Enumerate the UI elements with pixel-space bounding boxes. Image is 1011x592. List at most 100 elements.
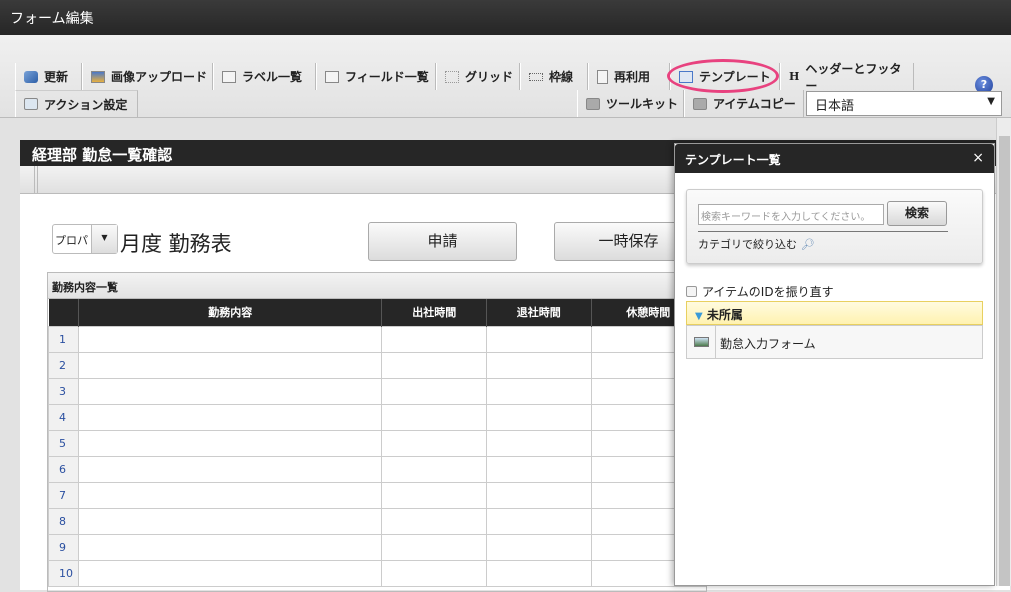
window-title-bar: フォーム編集 — [0, 0, 1011, 35]
template-panel: テンプレート一覧 × 検索キーワードを入力してください。 検索 カテゴリで絞り込… — [674, 143, 995, 586]
table-row: 7 — [48, 481, 706, 509]
work-table: 勤務内容一覧 勤務内容 出社時間 退社時間 休憩時間 1 2 3 4 5 6 7 8 9 10 — [47, 272, 707, 592]
table-cell[interactable] — [77, 377, 383, 405]
thumbnail-icon — [687, 326, 716, 358]
table-cell[interactable] — [77, 481, 383, 509]
tab-grid[interactable]: グリッド — [436, 63, 520, 90]
row-number-header — [48, 299, 79, 326]
table-cell[interactable] — [77, 533, 383, 561]
close-icon[interactable]: × — [972, 150, 984, 166]
table-cell[interactable] — [381, 481, 487, 509]
panel-header: テンプレート一覧 — [675, 144, 994, 173]
tab-border[interactable]: 枠線 — [520, 63, 588, 90]
grid-icon — [445, 70, 459, 83]
table-cell[interactable] — [485, 377, 592, 405]
table-cell[interactable] — [485, 533, 592, 561]
tab-label: ツールキット — [606, 97, 679, 111]
tab-label: 枠線 — [549, 70, 574, 84]
table-cell[interactable] — [381, 429, 487, 457]
image-upload-icon — [91, 70, 105, 83]
row-number: 10 — [48, 559, 79, 587]
triangle-down-icon: ▼ — [695, 311, 703, 322]
window-title: フォーム編集 — [10, 11, 94, 27]
row-number: 8 — [48, 507, 79, 535]
tab-toolkit[interactable]: ツールキット — [577, 90, 684, 117]
table-caption: 勤務内容一覧 — [48, 273, 706, 299]
work-grid: 勤務内容 出社時間 退社時間 休憩時間 1 2 3 4 5 6 7 8 9 10 — [48, 299, 706, 587]
column-header: 出社時間 — [381, 299, 487, 326]
table-cell[interactable] — [485, 351, 592, 379]
table-row: 9 — [48, 533, 706, 561]
tab-header-footer[interactable]: H ヘッダーとフッター — [780, 62, 914, 93]
row-number: 2 — [48, 351, 79, 379]
category-filter[interactable]: カテゴリで絞り込む 🔎︎ — [698, 236, 814, 252]
tab-refresh[interactable]: 更新 — [15, 63, 82, 90]
tab-label: ラベル一覧 — [242, 70, 303, 84]
copy-icon — [597, 69, 608, 84]
table-cell[interactable] — [77, 429, 383, 457]
table-row: 3 — [48, 377, 706, 405]
tab-item-copy[interactable]: アイテムコピー — [684, 90, 804, 117]
table-row: 6 — [48, 455, 706, 483]
language-value: 日本語 — [815, 99, 855, 114]
table-cell[interactable] — [485, 481, 592, 509]
table-cell[interactable] — [77, 351, 383, 379]
table-cell[interactable] — [485, 429, 592, 457]
table-cell[interactable] — [381, 351, 487, 379]
table-row: 1 — [48, 325, 706, 353]
table-cell[interactable] — [77, 455, 383, 483]
search-input[interactable]: 検索キーワードを入力してください。 — [698, 204, 884, 225]
category-group[interactable]: ▼ 未所属 — [686, 301, 983, 325]
list-icon — [325, 70, 339, 83]
table-cell[interactable] — [77, 559, 383, 587]
search-icon: 🔎︎ — [800, 238, 815, 251]
tab-field-list[interactable]: フィールド一覧 — [316, 63, 436, 90]
table-cell[interactable] — [381, 325, 487, 353]
chevron-down-icon: ▼ — [987, 96, 995, 107]
row-number: 3 — [48, 377, 79, 405]
table-cell[interactable] — [77, 507, 383, 535]
tab-label: アイテムコピー — [713, 97, 796, 111]
toolbox-icon — [586, 97, 600, 110]
table-cell[interactable] — [381, 455, 487, 483]
table-cell[interactable] — [485, 325, 592, 353]
category-filter-label: カテゴリで絞り込む — [698, 238, 797, 251]
table-cell[interactable] — [485, 403, 592, 431]
table-cell[interactable] — [381, 403, 487, 431]
table-cell[interactable] — [381, 533, 487, 561]
table-cell[interactable] — [381, 507, 487, 535]
row-number: 6 — [48, 455, 79, 483]
table-cell[interactable] — [485, 455, 592, 483]
template-item[interactable]: 勤怠入力フォーム — [686, 325, 983, 359]
language-select[interactable]: 日本語 ▼ — [806, 91, 1002, 116]
renumber-ids-checkbox[interactable]: アイテムのIDを振り直す — [686, 283, 834, 300]
table-cell[interactable] — [77, 403, 383, 431]
tab-image-upload[interactable]: 画像アップロード — [82, 63, 213, 90]
search-button[interactable]: 検索 — [887, 201, 947, 226]
tab-action-settings[interactable]: アクション設定 — [15, 90, 138, 117]
table-row: 2 — [48, 351, 706, 379]
search-box: 検索キーワードを入力してください。 検索 カテゴリで絞り込む 🔎︎ — [686, 189, 983, 264]
tab-label: フィールド一覧 — [345, 70, 429, 84]
scrollbar-thumb[interactable] — [999, 136, 1010, 586]
highlight-circle — [667, 59, 779, 93]
group-label: 未所属 — [706, 308, 743, 322]
divider — [698, 231, 948, 232]
table-cell[interactable] — [381, 377, 487, 405]
tab-reuse[interactable]: 再利用 — [588, 63, 670, 90]
table-cell[interactable] — [77, 325, 383, 353]
tab-label-list[interactable]: ラベル一覧 — [213, 63, 316, 90]
month-select[interactable]: プロパ ▼ — [52, 224, 118, 254]
month-value: プロパ — [55, 234, 88, 247]
table-row: 4 — [48, 403, 706, 431]
row-number: 7 — [48, 481, 79, 509]
table-cell[interactable] — [485, 559, 592, 587]
scrollbar[interactable] — [996, 118, 1011, 586]
toolbox-icon — [693, 97, 707, 110]
tab-label: アクション設定 — [44, 97, 128, 112]
apply-button[interactable]: 申請 — [368, 222, 517, 261]
refresh-icon — [24, 70, 38, 83]
table-cell[interactable] — [485, 507, 592, 535]
table-cell[interactable] — [381, 559, 487, 587]
table-row: 10 — [48, 559, 706, 587]
